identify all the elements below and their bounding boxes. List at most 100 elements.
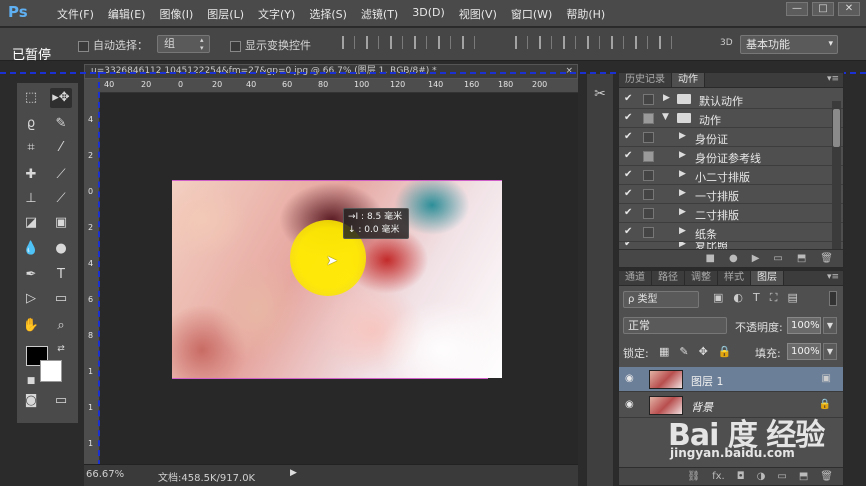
lock-image-icon[interactable]: ✎ xyxy=(679,345,688,358)
menu-filter[interactable]: 滤镜(T) xyxy=(354,6,405,22)
checkmark-icon[interactable]: ✔ xyxy=(624,169,632,180)
filter-toggle[interactable] xyxy=(829,291,837,306)
menu-type[interactable]: 文字(Y) xyxy=(251,6,302,22)
adjustment-layer-icon[interactable]: ◑ xyxy=(757,468,766,485)
filter-pixel-icon[interactable]: ▣ xyxy=(713,291,723,305)
tab-layers[interactable]: 图层 xyxy=(751,271,784,285)
new-layer-icon[interactable]: ⬒ xyxy=(799,468,808,485)
checkmark-icon[interactable]: ✔ xyxy=(624,188,632,199)
stop-icon[interactable]: ■ xyxy=(706,250,715,267)
distribute-left-icon[interactable] xyxy=(587,36,600,49)
expand-triangle-icon[interactable]: ▶ xyxy=(679,150,686,160)
marquee-tool-icon[interactable]: ⬚ xyxy=(20,88,42,108)
new-set-icon[interactable]: ▭ xyxy=(773,250,782,267)
add-mask-icon[interactable]: ◘ xyxy=(737,468,745,485)
layer-filter-dropdown[interactable]: ρ 类型 xyxy=(623,291,699,308)
lock-transparent-icon[interactable]: ▦ xyxy=(659,345,669,358)
dialog-toggle-icon[interactable] xyxy=(643,151,654,162)
pen-tool-icon[interactable]: ✒ xyxy=(20,265,42,285)
gradient-tool-icon[interactable]: ▣ xyxy=(50,213,72,233)
auto-select-option[interactable]: 自动选择： xyxy=(78,37,148,53)
menu-layer[interactable]: 图层(L) xyxy=(200,6,251,22)
delete-layer-icon[interactable]: 🗑 xyxy=(820,468,833,485)
blur-tool-icon[interactable]: 💧 xyxy=(20,239,42,259)
dialog-toggle-icon[interactable] xyxy=(643,94,654,105)
quick-mask-icon[interactable]: ◙ xyxy=(20,391,42,411)
play-icon[interactable]: ▶ xyxy=(752,250,760,267)
action-row[interactable]: ✔ ▶ 身份证参考线 xyxy=(619,147,843,166)
tab-actions[interactable]: 动作 xyxy=(672,73,705,87)
action-row[interactable]: ✔ ▶ 小二寸排版 xyxy=(619,166,843,185)
minimize-button[interactable]: — xyxy=(786,2,808,16)
filter-shape-icon[interactable]: ⛶ xyxy=(770,291,778,305)
dialog-toggle-icon[interactable] xyxy=(643,189,654,200)
link-layers-icon[interactable]: ⛓ xyxy=(687,468,700,485)
distribute-bottom-icon[interactable] xyxy=(563,36,576,49)
expand-triangle-icon[interactable]: ▶ xyxy=(663,93,670,103)
menu-view[interactable]: 视图(V) xyxy=(452,6,504,22)
checkmark-icon[interactable]: ✔ xyxy=(624,207,632,218)
expand-triangle-icon[interactable]: ▶ xyxy=(679,207,686,217)
zoom-tool-icon[interactable]: ⌕ xyxy=(50,316,72,336)
checkmark-icon[interactable]: ✔ xyxy=(624,242,632,249)
actions-scrollbar[interactable] xyxy=(832,101,841,251)
dodge-tool-icon[interactable]: ● xyxy=(50,239,72,259)
action-row[interactable]: ✔ ▶ 纸条 xyxy=(619,223,843,242)
checkmark-icon[interactable]: ✔ xyxy=(624,93,632,104)
default-colors-icon[interactable]: ■ xyxy=(20,371,42,391)
auto-align-icon[interactable] xyxy=(659,36,672,49)
shape-tool-icon[interactable]: ▭ xyxy=(50,289,72,309)
clone-stamp-tool-icon[interactable]: ⊥ xyxy=(20,189,42,209)
show-transform-checkbox[interactable] xyxy=(230,40,241,52)
align-hcenter-icon[interactable] xyxy=(438,36,451,49)
hand-tool-icon[interactable]: ✋ xyxy=(20,316,42,336)
menu-image[interactable]: 图像(I) xyxy=(152,6,200,22)
workspace-dropdown[interactable]: 基本功能 xyxy=(740,35,838,54)
canvas-area[interactable]: ➤ →I : 8.5 毫米 ↓ : 0.0 毫米 xyxy=(100,93,578,464)
record-icon[interactable]: ● xyxy=(729,250,738,267)
new-group-icon[interactable]: ▭ xyxy=(777,468,786,485)
new-action-icon[interactable]: ⬒ xyxy=(797,250,806,267)
healing-brush-tool-icon[interactable]: ✚ xyxy=(20,165,42,185)
panel-menu-icon[interactable]: ▾≡ xyxy=(827,74,839,84)
align-vcenter-icon[interactable] xyxy=(366,36,379,49)
align-top-icon[interactable] xyxy=(342,36,355,49)
dialog-toggle-icon[interactable] xyxy=(643,170,654,181)
lock-all-icon[interactable]: 🔒 xyxy=(718,345,732,358)
distribute-top-icon[interactable] xyxy=(515,36,528,49)
expand-triangle-icon[interactable]: ▶ xyxy=(679,169,686,179)
maximize-button[interactable]: □ xyxy=(812,2,834,16)
tab-styles[interactable]: 样式 xyxy=(718,271,751,285)
opacity-slider-toggle-icon[interactable]: ▼ xyxy=(823,317,837,334)
quick-select-tool-icon[interactable]: ✎ xyxy=(50,114,72,134)
distribute-vcenter-icon[interactable] xyxy=(539,36,552,49)
lasso-tool-icon[interactable]: ϱ xyxy=(20,114,42,134)
expand-triangle-icon[interactable]: ▶ xyxy=(679,131,686,141)
brush-tool-icon[interactable]: ⟋ xyxy=(50,165,72,185)
visibility-eye-icon[interactable]: ◉ xyxy=(625,373,634,384)
visibility-eye-icon[interactable]: ◉ xyxy=(625,399,634,410)
fill-slider-toggle-icon[interactable]: ▼ xyxy=(823,343,837,360)
swap-colors-icon[interactable]: ⇄ xyxy=(50,339,72,359)
move-tool-icon[interactable]: ▸✥ xyxy=(50,88,72,108)
fill-input[interactable]: 100% xyxy=(787,343,821,360)
filter-smart-object-icon[interactable]: ▤ xyxy=(787,291,797,305)
expand-triangle-icon[interactable]: ▶ xyxy=(679,226,686,236)
tool-presets-icon[interactable]: ✂ xyxy=(587,83,613,105)
dialog-toggle-icon[interactable] xyxy=(643,132,654,143)
checkmark-icon[interactable]: ✔ xyxy=(624,150,632,161)
tab-adjustments[interactable]: 调整 xyxy=(685,271,718,285)
align-bottom-icon[interactable] xyxy=(390,36,403,49)
type-tool-icon[interactable]: T xyxy=(50,265,72,285)
blend-mode-dropdown[interactable]: 正常 xyxy=(623,317,727,334)
eraser-tool-icon[interactable]: ◪ xyxy=(20,213,42,233)
filter-adjustment-icon[interactable]: ◐ xyxy=(733,291,743,305)
close-button[interactable]: ✕ xyxy=(838,2,860,16)
filter-type-icon[interactable]: T xyxy=(753,291,760,305)
zoom-level[interactable]: 66.67% xyxy=(86,469,124,480)
align-right-icon[interactable] xyxy=(462,36,475,49)
opacity-input[interactable]: 100% xyxy=(787,317,821,334)
dialog-toggle-icon[interactable] xyxy=(643,113,654,124)
crop-tool-icon[interactable]: ⌗ xyxy=(20,138,42,158)
expand-triangle-icon[interactable]: ▶ xyxy=(679,188,686,198)
